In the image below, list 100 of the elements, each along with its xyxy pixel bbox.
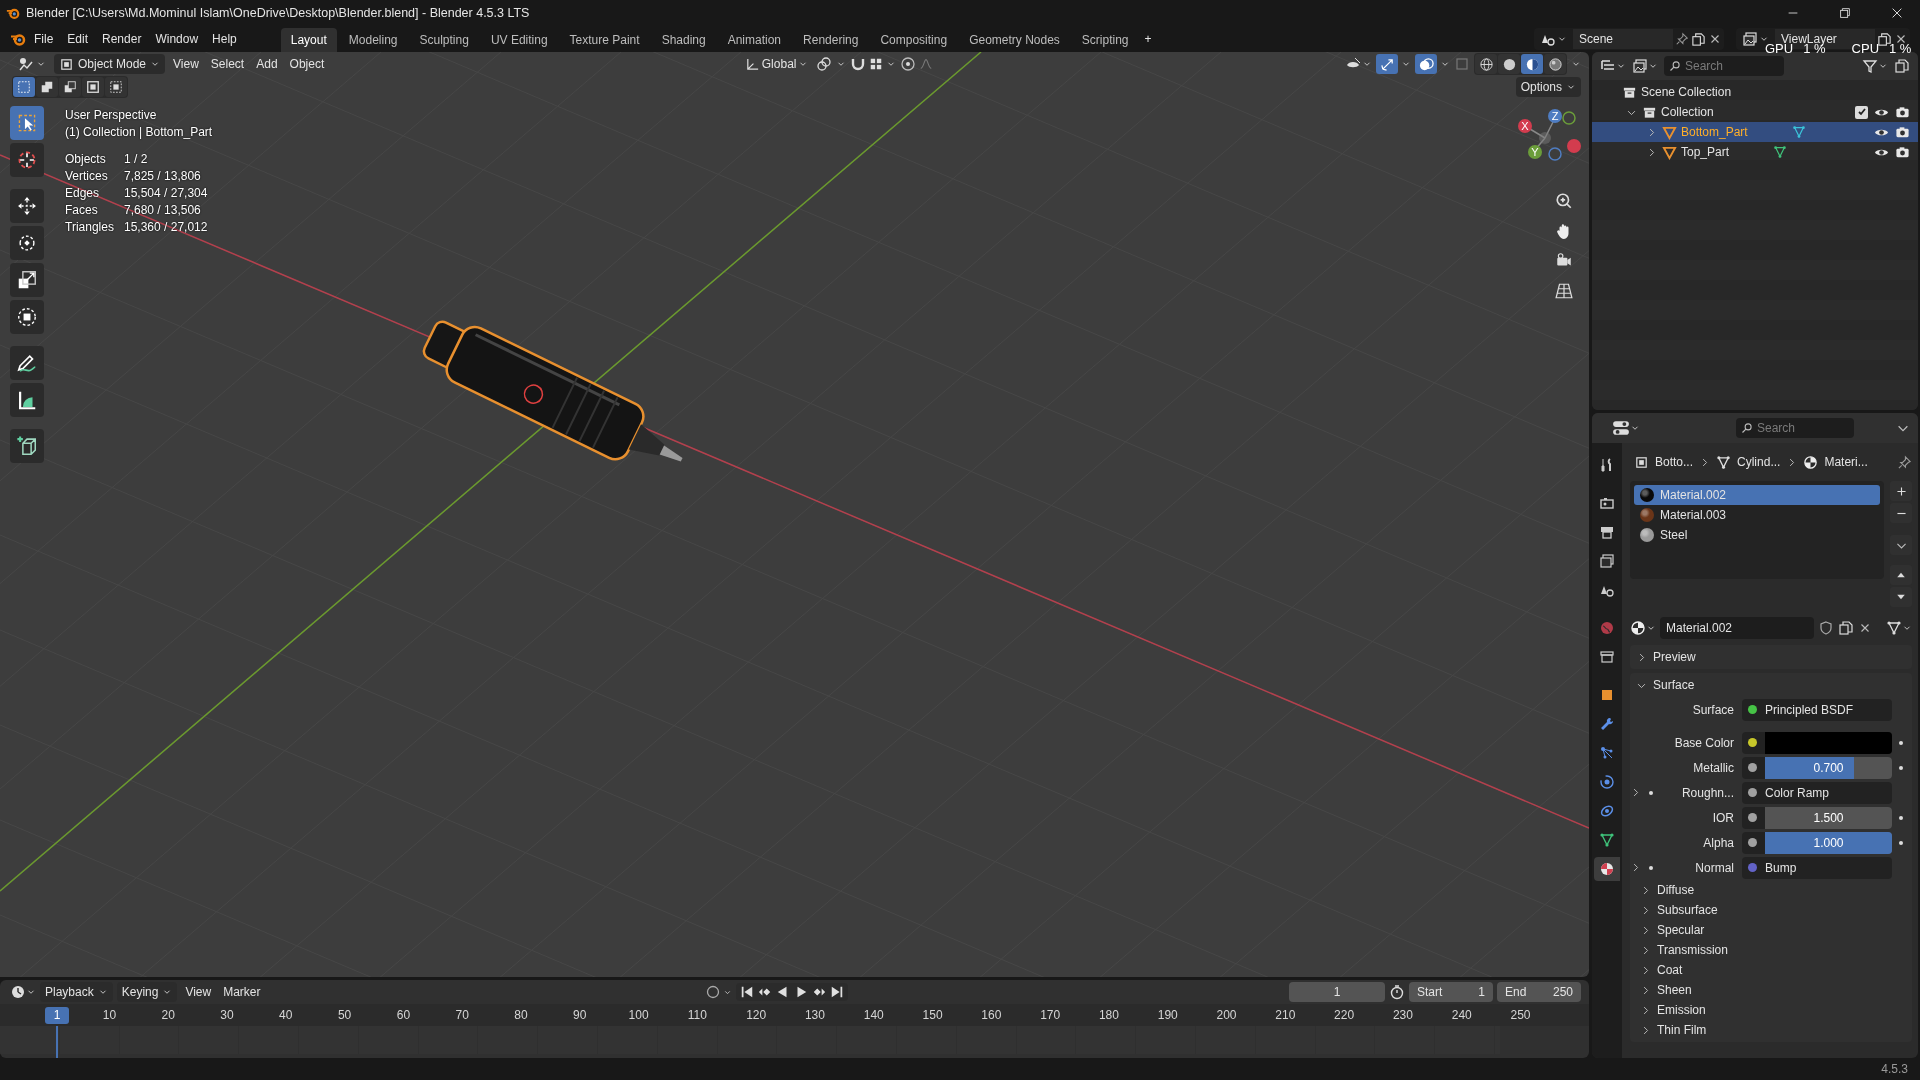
select-subtract-icon[interactable] [63,80,77,94]
menu-item[interactable]: Render [98,29,146,49]
keyframe-dot[interactable] [1899,740,1903,745]
workspace-tab[interactable]: Layout [280,28,337,52]
end-frame-field[interactable]: End 250 [1497,982,1581,1002]
perspective-grid-icon[interactable] [1555,282,1573,300]
menu-item[interactable]: Help [208,29,241,49]
subpanel-header[interactable]: Emission [1630,1000,1912,1020]
shading-button[interactable] [1521,54,1543,74]
panel-title[interactable]: Surface [1653,678,1695,692]
workspace-tab[interactable]: Sculpting [409,28,479,52]
clock-icon[interactable] [10,984,26,1000]
filter-icon[interactable] [1862,58,1878,74]
menu-item[interactable]: File [30,29,58,49]
tool-button[interactable] [10,346,44,380]
search-field[interactable]: Search [1736,418,1854,438]
options-dropdown[interactable]: Options [1515,77,1581,97]
tool-button[interactable] [10,263,44,297]
shield-icon[interactable] [1818,620,1834,636]
duplicate-icon[interactable] [1877,31,1892,47]
workspace-tab[interactable]: Texture Paint [559,28,650,52]
image-stack-icon[interactable] [1742,31,1758,47]
tool-button[interactable] [10,429,44,463]
keyframe-dot[interactable] [1899,765,1903,770]
pin-icon[interactable] [1675,32,1689,46]
gizmo-toggle[interactable] [1376,54,1398,74]
shading-button[interactable] [1498,54,1520,74]
workspace-tab[interactable]: Shading [651,28,716,52]
subpanel-header[interactable]: Coat [1630,960,1912,980]
close-icon[interactable] [1890,6,1904,20]
outliner-row[interactable]: Top_Part [1592,142,1918,162]
subpanel-header[interactable]: Transmission [1630,940,1912,960]
camera-icon[interactable] [1895,144,1910,160]
plus-icon[interactable] [1894,484,1908,498]
panel-title[interactable]: Preview [1653,650,1696,664]
orientation-dropdown[interactable]: Global [740,54,813,74]
material-sphere-icon[interactable] [1630,620,1646,636]
menu-item[interactable]: Playback [40,982,113,1002]
tool-button[interactable] [10,143,44,177]
search-input[interactable]: Search [1685,59,1775,73]
color-field[interactable] [1742,731,1892,754]
camera-icon[interactable] [1895,104,1910,120]
select-intersect-icon[interactable] [109,80,123,94]
image-stack-icon[interactable] [1632,58,1648,74]
select-new-icon[interactable] [17,80,31,94]
mode-dropdown[interactable]: Object Mode [54,54,166,74]
menu-item[interactable]: View [181,982,216,1002]
breadcrumb-item[interactable]: Botto... [1655,455,1694,469]
tool-button[interactable] [10,383,44,417]
record-icon[interactable] [705,984,722,1000]
jump-end-icon[interactable] [830,985,845,999]
breadcrumb-item[interactable]: Cylind... [1737,455,1781,469]
duplicate-icon[interactable] [1894,58,1910,74]
duplicate-icon[interactable] [1838,620,1854,636]
link-field[interactable]: Color Ramp [1742,781,1892,804]
workspace-tab[interactable]: Geometry Nodes [959,28,1070,52]
proportional-edit-icon[interactable] [900,56,917,72]
workspace-tab[interactable]: UV Editing [480,28,558,52]
stopwatch-icon[interactable] [1389,984,1405,1000]
pivot-icon[interactable] [816,56,833,72]
outliner-row[interactable]: Bottom_Part [1592,122,1918,142]
search-input[interactable]: Search [1757,421,1847,435]
menu-item[interactable]: Keying [116,982,178,1002]
toggle-switches-icon[interactable] [1612,419,1630,437]
material-slot[interactable]: Material.002 [1634,485,1880,505]
workspace-tab[interactable]: Modeling [338,28,408,52]
subpanel-header[interactable]: Subsurface [1630,900,1912,920]
subpanel-header[interactable]: Diffuse [1630,880,1912,900]
menu-item[interactable]: Marker [219,982,265,1002]
slider-field[interactable]: 1.000 [1742,831,1892,854]
workspace-tab[interactable]: Compositing [870,28,958,52]
properties-tab[interactable] [1594,857,1620,881]
breadcrumb-item[interactable]: Materi... [1824,455,1868,469]
menu-item[interactable]: View [169,54,203,74]
subpanel-header[interactable]: Thin Film [1630,1020,1912,1040]
menu-item[interactable]: Object [285,54,329,74]
select-invert-icon[interactable] [86,80,100,94]
number-field[interactable]: 1.500 [1742,806,1892,829]
tool-button[interactable] [10,226,44,260]
keyframe-dot[interactable] [1899,840,1903,845]
socket-icon[interactable] [1748,813,1757,822]
checkbox[interactable] [1855,105,1868,119]
link-field[interactable]: Bump [1742,856,1892,879]
restore-icon[interactable] [1838,6,1852,20]
socket-icon[interactable] [1748,838,1757,847]
socket-icon[interactable] [1748,738,1757,747]
material-name-field[interactable]: Material.002 [1660,617,1814,639]
current-frame-field[interactable]: 1 [1289,982,1385,1002]
keyframe-dot[interactable] [1899,815,1903,820]
duplicate-icon[interactable] [1691,31,1706,47]
search-field[interactable]: Search [1664,56,1784,76]
menu-item[interactable]: Add [252,54,282,74]
tool-button[interactable] [10,300,44,334]
socket-icon[interactable] [1748,788,1757,797]
subpanel-header[interactable]: Sheen [1630,980,1912,1000]
menu-item[interactable]: Window [151,29,203,49]
socket-icon[interactable] [1748,705,1757,714]
shading-button[interactable] [1544,54,1566,74]
socket-icon[interactable] [1748,763,1757,772]
workspace-tab[interactable]: Scripting [1071,28,1139,52]
